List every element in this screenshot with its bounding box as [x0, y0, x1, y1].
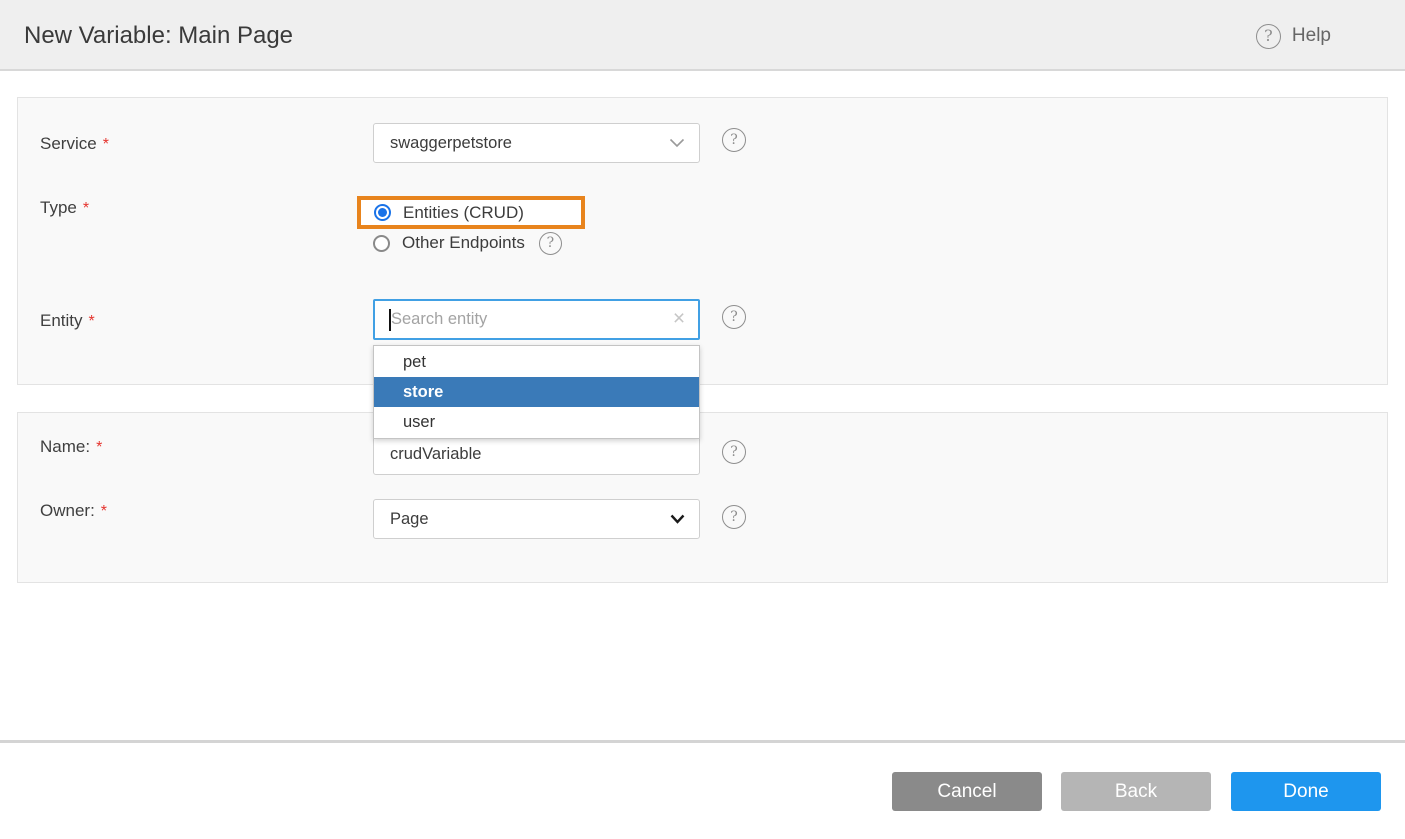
- entity-search-input[interactable]: [375, 301, 698, 338]
- service-select[interactable]: swaggerpetstore: [373, 123, 700, 163]
- radio-entities-crud[interactable]: Entities (CRUD): [374, 203, 524, 223]
- dialog-header: New Variable: Main Page ? Help: [0, 0, 1405, 71]
- service-select-value: swaggerpetstore: [390, 134, 512, 153]
- clear-icon[interactable]: ×: [669, 309, 689, 329]
- text-cursor: [389, 309, 391, 331]
- service-type-entity-panel: [17, 97, 1388, 385]
- help-label: Help: [1292, 25, 1331, 47]
- done-button[interactable]: Done: [1231, 772, 1381, 811]
- chevron-down-icon: [669, 138, 685, 148]
- entity-search-box: ×: [373, 299, 700, 340]
- owner-label: Owner:*: [40, 500, 107, 521]
- required-asterisk: *: [101, 503, 107, 520]
- type-label: Type*: [40, 197, 89, 218]
- name-input[interactable]: [373, 434, 700, 475]
- required-asterisk: *: [96, 439, 102, 456]
- radio-selected-icon: [374, 204, 391, 221]
- annotation-highlight-box: Entities (CRUD): [357, 196, 585, 229]
- radio-other-endpoints[interactable]: Other Endpoints: [373, 233, 525, 253]
- owner-help-icon[interactable]: ?: [722, 505, 746, 529]
- name-help-icon[interactable]: ?: [722, 440, 746, 464]
- radio-unselected-icon: [373, 235, 390, 252]
- required-asterisk: *: [83, 200, 89, 217]
- required-asterisk: *: [103, 136, 109, 153]
- type-help-icon[interactable]: ?: [539, 232, 562, 255]
- service-help-icon[interactable]: ?: [722, 128, 746, 152]
- owner-select[interactable]: Page: [373, 499, 700, 539]
- owner-select-value: Page: [390, 510, 429, 529]
- dropdown-item-store[interactable]: store: [374, 377, 699, 407]
- radio-other-endpoints-label: Other Endpoints: [402, 233, 525, 253]
- service-label: Service*: [40, 133, 109, 154]
- name-owner-panel: [17, 412, 1388, 583]
- entity-help-icon[interactable]: ?: [722, 305, 746, 329]
- dropdown-item-user[interactable]: user: [374, 407, 699, 437]
- entity-dropdown-list: pet store user: [373, 345, 700, 439]
- cancel-button[interactable]: Cancel: [892, 772, 1042, 811]
- help-question-icon: ?: [1256, 24, 1281, 49]
- back-button[interactable]: Back: [1061, 772, 1211, 811]
- radio-entities-crud-label: Entities (CRUD): [403, 203, 524, 223]
- footer-divider: [0, 740, 1405, 743]
- chevron-down-bold-icon: [670, 514, 685, 524]
- entity-label: Entity*: [40, 310, 95, 331]
- name-label: Name:*: [40, 436, 102, 457]
- required-asterisk: *: [89, 313, 95, 330]
- dropdown-item-pet[interactable]: pet: [374, 347, 699, 377]
- page-title: New Variable: Main Page: [24, 0, 293, 71]
- help-button[interactable]: ? Help: [1256, 23, 1331, 49]
